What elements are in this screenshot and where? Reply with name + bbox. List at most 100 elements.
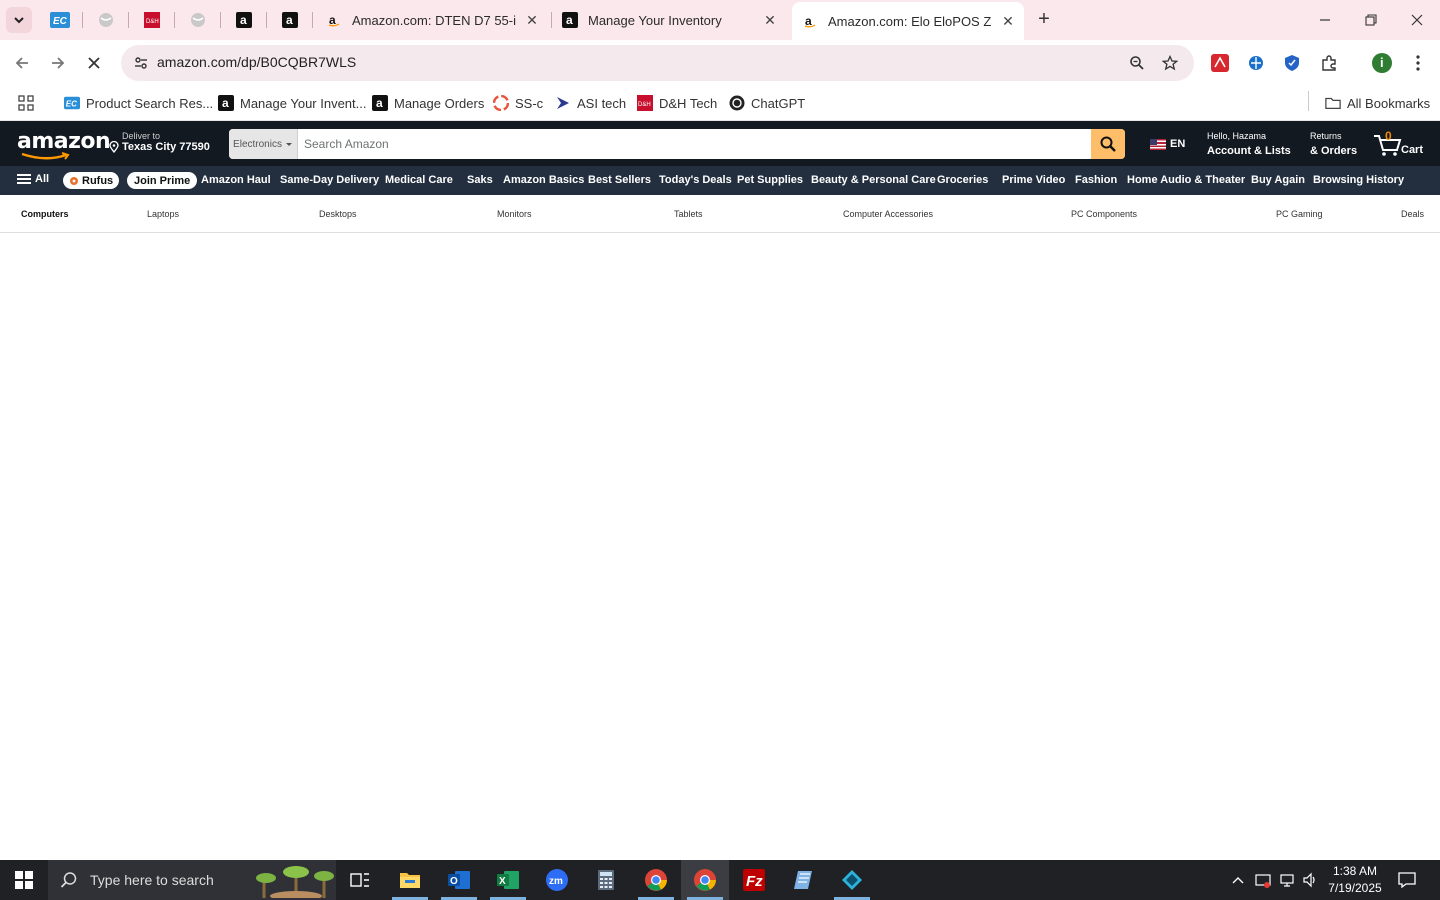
restore-button[interactable] bbox=[1348, 0, 1394, 40]
subnav-desktops[interactable]: Desktops bbox=[319, 209, 357, 219]
chrome-icon bbox=[694, 869, 716, 891]
close-icon[interactable]: ✕ bbox=[762, 12, 778, 28]
subnav-laptops[interactable]: Laptops bbox=[147, 209, 179, 219]
acrobat-extension-icon[interactable] bbox=[1209, 52, 1231, 74]
subnav-tablets[interactable]: Tablets bbox=[674, 209, 703, 219]
subnav-pc-gaming[interactable]: PC Gaming bbox=[1276, 209, 1323, 219]
returns-orders[interactable]: Returns & Orders bbox=[1310, 131, 1357, 159]
pinned-tab-globe-2[interactable] bbox=[186, 8, 210, 32]
nav-item-amazon-haul[interactable]: Amazon Haul bbox=[201, 174, 271, 186]
forward-button[interactable] bbox=[44, 49, 72, 77]
tray-network-icon[interactable] bbox=[1276, 860, 1298, 900]
nav-item-browsing-history[interactable]: Browsing History bbox=[1313, 174, 1404, 186]
nav-item-medical-care[interactable]: Medical Care bbox=[385, 174, 453, 186]
bookmark-star-icon[interactable] bbox=[1160, 53, 1180, 73]
nav-item-prime-video[interactable]: Prime Video bbox=[1002, 174, 1065, 186]
apps-grid-button[interactable] bbox=[18, 91, 34, 115]
account-lists[interactable]: Hello, Hazama Account & Lists bbox=[1207, 131, 1291, 159]
amazon-search-button[interactable] bbox=[1091, 129, 1125, 159]
cart-button[interactable]: 0 Cart bbox=[1373, 129, 1433, 159]
taskbar-outlook[interactable]: O bbox=[435, 860, 483, 900]
taskbar-search[interactable]: Type here to search bbox=[48, 860, 336, 900]
bookmark-product-search[interactable]: EC Product Search Res... bbox=[64, 91, 213, 115]
nav-item-saks[interactable]: Saks bbox=[467, 174, 493, 186]
site-info-icon[interactable] bbox=[129, 51, 153, 75]
globe-extension-icon[interactable] bbox=[1245, 52, 1267, 74]
more-menu-icon[interactable] bbox=[1407, 52, 1429, 74]
deliver-to[interactable]: Deliver to Texas City 77590 bbox=[108, 131, 210, 153]
subnav-deals[interactable]: Deals bbox=[1401, 209, 1424, 219]
taskbar-excel[interactable]: X bbox=[484, 860, 532, 900]
amazon-search-input[interactable] bbox=[298, 129, 1091, 159]
tab-amazon-elo-active[interactable]: a Amazon.com: Elo EloPOS Z30 w ✕ bbox=[792, 2, 1024, 40]
close-icon[interactable]: ✕ bbox=[524, 12, 540, 28]
bookmark-label: Manage Your Invent... bbox=[240, 95, 367, 111]
nav-item-amazon-basics[interactable]: Amazon Basics bbox=[503, 174, 584, 186]
nav-item-groceries[interactable]: Groceries bbox=[937, 174, 988, 186]
amazon-favicon-icon: a bbox=[236, 12, 252, 28]
nav-item-buy-again[interactable]: Buy Again bbox=[1251, 174, 1305, 186]
bookmark-asi-tech[interactable]: ASI tech bbox=[555, 91, 626, 115]
nav-item-best-sellers[interactable]: Best Sellers bbox=[588, 174, 651, 186]
pinned-tab-amazon-2[interactable]: a bbox=[278, 8, 302, 32]
close-icon[interactable]: ✕ bbox=[1000, 13, 1016, 29]
nav-all-menu[interactable]: All bbox=[17, 173, 49, 185]
taskbar-filezilla[interactable]: Fz bbox=[730, 860, 778, 900]
tray-security-icon[interactable] bbox=[1252, 860, 1274, 900]
rufus-button[interactable]: Rufus bbox=[63, 172, 120, 189]
tab-separator bbox=[220, 12, 221, 28]
tab-amazon-dten[interactable]: a Amazon.com: DTEN D7 55-inch ✕ bbox=[316, 4, 548, 36]
show-hidden-icons-button[interactable] bbox=[1228, 860, 1248, 900]
subnav-monitors[interactable]: Monitors bbox=[497, 209, 532, 219]
taskbar-app-blue[interactable] bbox=[779, 860, 827, 900]
taskbar-clock[interactable]: 1:38 AM 7/19/2025 bbox=[1322, 863, 1388, 897]
nav-item-pet-supplies[interactable]: Pet Supplies bbox=[737, 174, 803, 186]
extensions-puzzle-icon[interactable] bbox=[1318, 52, 1340, 74]
subnav-computers[interactable]: Computers bbox=[21, 209, 69, 219]
minimize-button[interactable] bbox=[1302, 0, 1348, 40]
task-view-button[interactable] bbox=[336, 860, 384, 900]
taskbar-chrome-1[interactable] bbox=[632, 860, 680, 900]
subnav-pc-components[interactable]: PC Components bbox=[1071, 209, 1137, 219]
subnav-computer-accessories[interactable]: Computer Accessories bbox=[843, 209, 933, 219]
bookmark-chatgpt[interactable]: ChatGPT bbox=[729, 91, 805, 115]
pinned-tab-amazon-1[interactable]: a bbox=[232, 8, 256, 32]
new-tab-button[interactable]: + bbox=[1032, 8, 1056, 32]
all-bookmarks-button[interactable]: All Bookmarks bbox=[1325, 91, 1430, 115]
close-window-button[interactable] bbox=[1394, 0, 1440, 40]
taskbar-app-diamond[interactable] bbox=[828, 860, 876, 900]
start-button[interactable] bbox=[0, 860, 48, 900]
tab-manage-inventory[interactable]: a Manage Your Inventory ✕ bbox=[552, 4, 786, 36]
taskbar-file-explorer[interactable] bbox=[386, 860, 434, 900]
taskbar-chrome-2-active[interactable] bbox=[681, 860, 729, 900]
address-bar[interactable]: amazon.com/dp/B0CQBR7WLS bbox=[121, 45, 1194, 81]
nav-item-beauty[interactable]: Beauty & Personal Care bbox=[811, 174, 936, 186]
nav-item-home-audio[interactable]: Home Audio & Theater bbox=[1127, 174, 1245, 186]
nav-item-fashion[interactable]: Fashion bbox=[1075, 174, 1117, 186]
search-department-select[interactable]: Electronics bbox=[229, 129, 298, 159]
tab-search-button[interactable] bbox=[6, 7, 32, 33]
notification-center-button[interactable] bbox=[1392, 860, 1422, 900]
rufus-icon bbox=[70, 176, 78, 185]
pinned-tab-globe-1[interactable] bbox=[94, 8, 118, 32]
taskbar-zoom[interactable]: zm bbox=[533, 860, 581, 900]
bookmark-ss-c[interactable]: SS-c bbox=[493, 91, 543, 115]
nav-item-todays-deals[interactable]: Today's Deals bbox=[659, 174, 732, 186]
pinned-tab-dh[interactable]: D&H bbox=[140, 8, 164, 32]
back-button[interactable] bbox=[8, 49, 36, 77]
pinned-tab-ec[interactable]: EC bbox=[48, 8, 72, 32]
amazon-logo[interactable]: amazon bbox=[17, 129, 111, 154]
bookmark-manage-orders[interactable]: a Manage Orders bbox=[372, 91, 484, 115]
bookmark-manage-inventory[interactable]: a Manage Your Invent... bbox=[218, 91, 366, 115]
stop-loading-button[interactable] bbox=[80, 49, 108, 77]
tray-volume-icon[interactable] bbox=[1299, 860, 1321, 900]
language-selector[interactable]: EN bbox=[1150, 138, 1185, 150]
chevron-down-icon bbox=[14, 17, 24, 24]
nav-item-same-day-delivery[interactable]: Same-Day Delivery bbox=[280, 174, 379, 186]
bookmark-dh-tech[interactable]: D&H D&H Tech bbox=[637, 91, 717, 115]
url-text[interactable]: amazon.com/dp/B0CQBR7WLS bbox=[157, 54, 356, 70]
zoom-icon[interactable] bbox=[1127, 53, 1147, 73]
shield-extension-icon[interactable] bbox=[1281, 52, 1303, 74]
join-prime-button[interactable]: Join Prime bbox=[127, 172, 198, 189]
taskbar-calculator[interactable] bbox=[582, 860, 630, 900]
